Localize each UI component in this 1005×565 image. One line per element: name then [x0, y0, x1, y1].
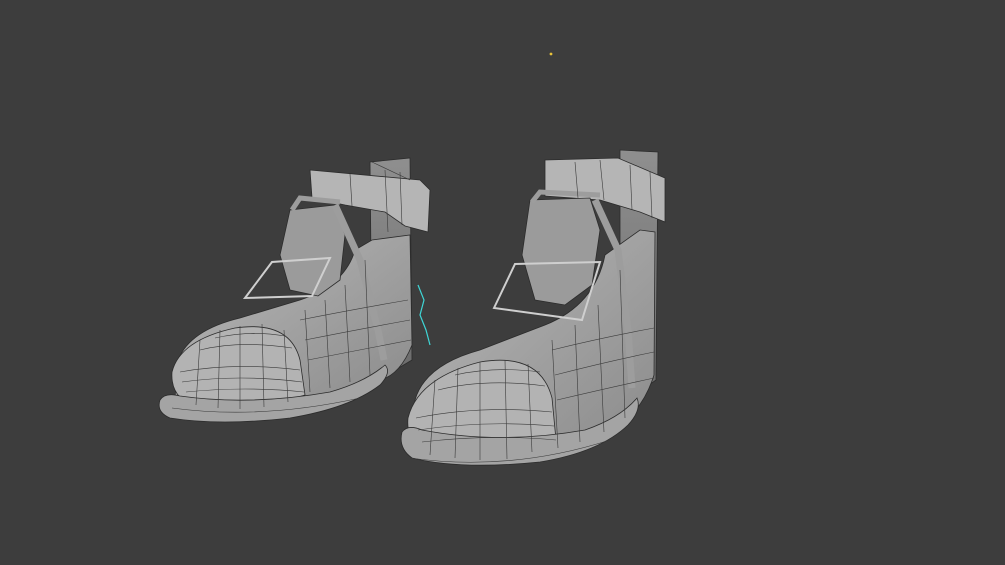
left-toe-cap [171, 326, 306, 409]
3d-viewport[interactable] [0, 0, 1005, 565]
right-tongue [521, 197, 601, 306]
boot-left[interactable] [158, 157, 431, 423]
left-selected-edges [417, 284, 431, 346]
viewport-canvas[interactable] [0, 0, 1005, 565]
origin-point-icon [549, 52, 553, 56]
left-tongue [279, 204, 346, 297]
boot-right[interactable] [400, 149, 666, 466]
